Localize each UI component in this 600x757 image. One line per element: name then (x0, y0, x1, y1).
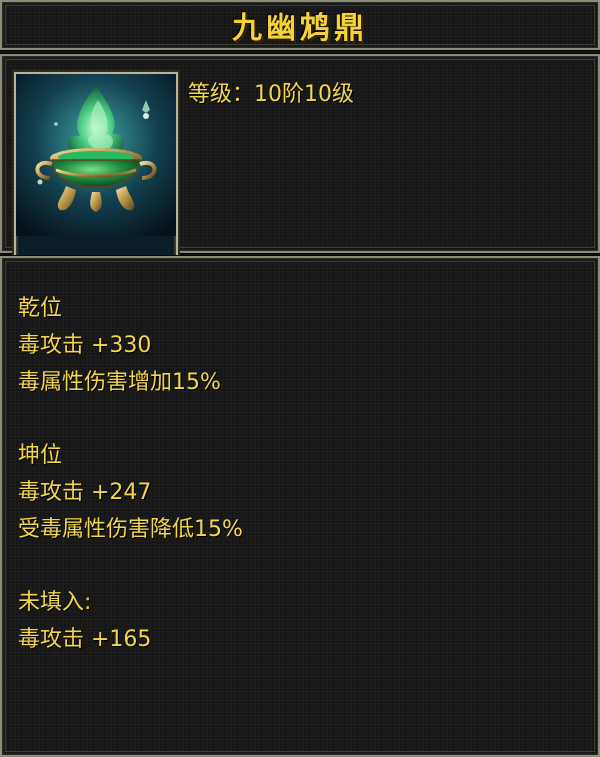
stat-line: 毒攻击 +330 (18, 333, 152, 358)
group-spacer (18, 401, 243, 437)
stat-line: 受毒属性伤害降低15% (18, 517, 243, 542)
item-level: 等级：10阶10级 (188, 76, 354, 108)
item-name: 九幽鸩鼎 (232, 11, 368, 46)
socket-title-kun: 坤位 (18, 443, 63, 468)
socket-title-unfilled: 未填入: (18, 590, 92, 615)
stats-list: 乾位 毒攻击 +330 毒属性伤害增加15% 坤位 毒攻击 +247 受毒属性伤… (18, 290, 243, 658)
level-label: 等级： (188, 82, 255, 107)
stat-line: 毒攻击 +165 (18, 627, 152, 652)
item-title-bar: 九幽鸩鼎 (0, 0, 600, 50)
level-value: 10阶10级 (254, 82, 355, 107)
stat-line: 毒属性伤害增加15% (18, 370, 221, 395)
group-spacer (18, 548, 243, 584)
green-poison-cauldron-icon (16, 74, 176, 236)
stat-line: 毒攻击 +247 (18, 480, 152, 505)
socket-title-qian: 乾位 (18, 296, 63, 321)
